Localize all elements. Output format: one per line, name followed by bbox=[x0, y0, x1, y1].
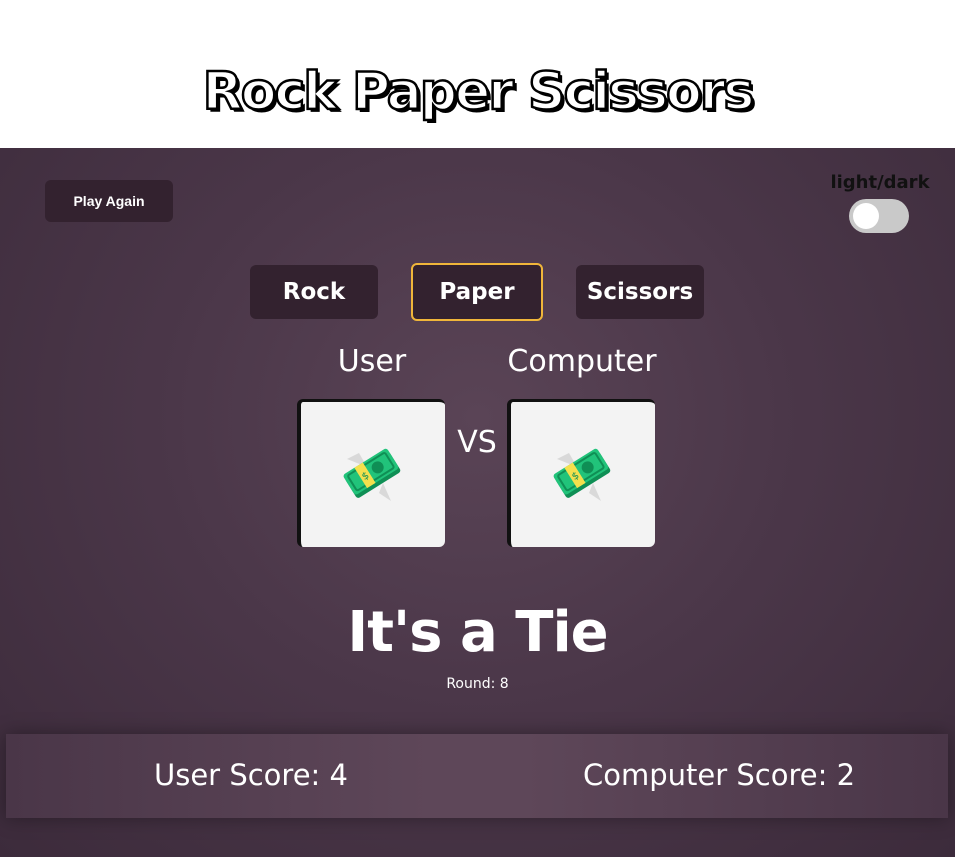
round-counter: Round: 8 bbox=[446, 676, 509, 692]
toggle-knob bbox=[853, 203, 879, 229]
header: Rock Paper Scissors bbox=[0, 0, 955, 148]
computer-label: Computer bbox=[507, 344, 657, 379]
scissors-button[interactable]: Scissors bbox=[576, 265, 704, 319]
user-score: User Score: 4 bbox=[154, 758, 348, 792]
user-choice-card: $ bbox=[297, 399, 445, 547]
page-title: Rock Paper Scissors bbox=[201, 61, 755, 124]
money-with-wings-icon: $ bbox=[553, 448, 611, 501]
play-again-button[interactable]: Play Again bbox=[45, 180, 173, 222]
computer-choice-card: $ bbox=[507, 399, 655, 547]
theme-toggle[interactable] bbox=[849, 199, 909, 233]
vs-label: VS bbox=[457, 425, 497, 460]
money-with-wings-icon: $ bbox=[343, 448, 401, 501]
result-text: It's a Tie bbox=[347, 600, 608, 665]
computer-score: Computer Score: 2 bbox=[583, 758, 856, 792]
rock-button[interactable]: Rock bbox=[250, 265, 378, 319]
theme-toggle-label: light/dark bbox=[830, 172, 930, 193]
user-label: User bbox=[337, 344, 407, 379]
game-stage: Play Again light/dark Rock Paper Scissor… bbox=[0, 148, 955, 857]
paper-button[interactable]: Paper bbox=[411, 263, 543, 321]
score-bar: User Score: 4 Computer Score: 2 bbox=[6, 734, 948, 818]
